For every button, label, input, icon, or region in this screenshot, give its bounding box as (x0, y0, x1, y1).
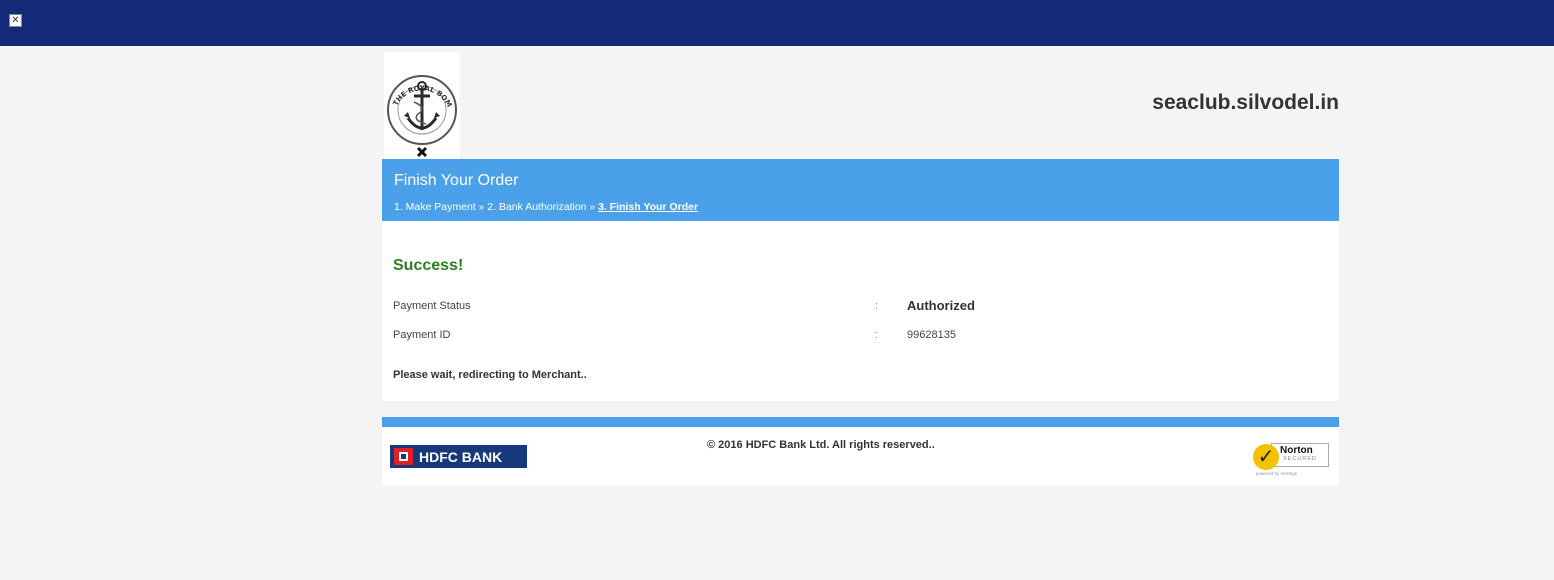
norton-secured-text: SECURED (1283, 456, 1317, 462)
norton-secured-badge[interactable]: Norton SECURED ✓ powered by VeriSign (1253, 438, 1330, 478)
result-panel: Success! Payment Status : Authorized Pay… (382, 221, 1339, 401)
redirect-message: Please wait, redirecting to Merchant.. (393, 369, 587, 381)
broken-image-icon[interactable]: ✕ (9, 14, 22, 27)
payment-status-value: Authorized (907, 298, 975, 313)
norton-name: Norton (1280, 445, 1313, 456)
banner-title: Finish Your Order (394, 172, 519, 189)
hdfc-bank-name: HDFC BANK (419, 448, 503, 465)
order-banner: Finish Your Order 1. Make Payment» 2. Ban… (382, 159, 1339, 221)
checkmark-icon: ✓ (1253, 444, 1279, 470)
norton-powered-text: powered by VeriSign (1256, 471, 1298, 476)
payment-id-label: Payment ID (393, 329, 451, 341)
breadcrumb-separator: » (478, 202, 485, 213)
payment-id-value: 99628135 (907, 329, 956, 341)
norton-badge-box: Norton SECURED (1271, 443, 1329, 467)
hdfc-mark-icon (394, 448, 413, 465)
breadcrumb: 1. Make Payment» 2. Bank Authorization» 3.… (394, 201, 698, 213)
payment-id-colon: : (875, 329, 879, 341)
top-bar: ✕ (0, 0, 1554, 46)
hdfc-bank-logo: HDFC BANK (390, 445, 527, 468)
breadcrumb-step-bank-authorization: 2. Bank Authorization (487, 201, 587, 213)
breadcrumb-separator: » (589, 202, 596, 213)
society-logo: THE ROYAL BOMBAY SEAMENS SOCIETY (380, 46, 460, 160)
copyright-text: © 2016 HDFC Bank Ltd. All rights reserve… (707, 439, 935, 451)
footer-divider (382, 417, 1339, 427)
payment-status-label: Payment Status (393, 300, 471, 312)
footer: HDFC BANK © 2016 HDFC Bank Ltd. All righ… (382, 427, 1339, 486)
success-heading: Success! (393, 257, 464, 274)
breadcrumb-step-make-payment: 1. Make Payment (394, 201, 476, 213)
payment-status-colon: : (875, 300, 879, 312)
breadcrumb-step-finish-order[interactable]: 3. Finish Your Order (598, 201, 698, 213)
header: THE ROYAL BOMBAY SEAMENS SOCIETY seaclub… (380, 46, 1339, 160)
anchor-logo-icon: THE ROYAL BOMBAY SEAMENS SOCIETY (380, 46, 457, 158)
payment-container: THE ROYAL BOMBAY SEAMENS SOCIETY seaclub… (380, 46, 1339, 486)
site-domain: seaclub.silvodel.in (1152, 91, 1339, 114)
